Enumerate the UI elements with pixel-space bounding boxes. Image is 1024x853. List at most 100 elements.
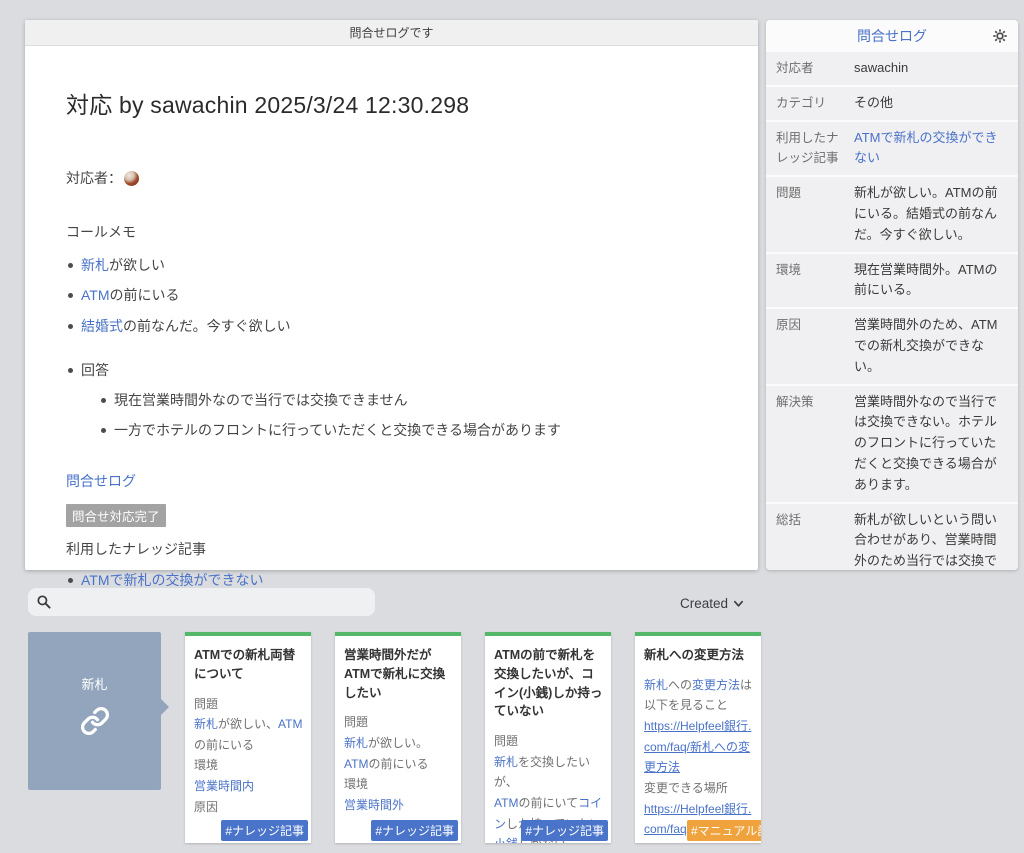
- card-body-line: 営業時間外: [344, 795, 453, 816]
- inquiry-log-link[interactable]: 問合せログ: [66, 471, 712, 491]
- text-segment: 変更できる場所: [644, 781, 728, 795]
- side-panel-row: 環境現在営業時間外。ATMの前にいる。: [766, 254, 1018, 310]
- card-body-line: 営業時間内: [194, 776, 303, 797]
- text-segment: 問題: [344, 715, 368, 729]
- memo-item: ATMの前にいる: [66, 285, 712, 305]
- row-value: 新札が欲しいという問い合わせがあり、営業時間外のため当行では交換できないと案内し…: [854, 510, 1018, 570]
- search-box[interactable]: [28, 588, 375, 616]
- link-icon: [80, 706, 110, 736]
- row-label: 解決策: [776, 392, 854, 496]
- manual-card[interactable]: 新札への変更方法 新札への変更方法は以下を見ることhttps://Helpfee…: [635, 632, 761, 843]
- side-panel-rows: 対応者sawachinカテゴリその他利用したナレッジ記事ATMで新札の交換ができ…: [766, 52, 1018, 570]
- text-segment: の前にいて: [518, 796, 578, 810]
- card-title: ATMの前で新札を交換したいが、コイン(小銭)しか持っていない: [494, 646, 603, 721]
- card-body-line: 問題: [194, 694, 303, 715]
- card-body-line: 問題: [344, 712, 453, 733]
- row-label: 利用したナレッジ記事: [776, 128, 854, 170]
- row-value: 営業時間外なので当行では交換できない。ホテルのフロントに行っていただくと交換でき…: [854, 392, 1018, 496]
- responder-avatar: [124, 171, 139, 186]
- gear-icon[interactable]: [992, 28, 1008, 44]
- search-input[interactable]: [57, 588, 375, 616]
- card-body-line: 問題: [494, 731, 603, 752]
- answer-item: 一方でホテルのフロントに行っていただくと交換できる場合があります: [99, 420, 712, 440]
- text-segment: 環境: [344, 777, 368, 791]
- inline-link[interactable]: ATM: [494, 796, 518, 810]
- text-segment: の前にいる: [368, 757, 428, 771]
- row-value: 営業時間外のため、ATMでの新札交換ができない。: [854, 315, 1018, 377]
- text-segment: 一方でホテルのフロントに行っていただくと交換できる場合があります: [114, 422, 561, 438]
- inquiry-log-card: 問合せログです 対応 by sawachin 2025/3/24 12:30.2…: [25, 20, 758, 570]
- memo-item: 結婚式の前なんだ。今すぐ欲しい: [66, 316, 712, 336]
- side-panel-row: 利用したナレッジ記事ATMで新札の交換ができない: [766, 122, 1018, 178]
- knowledge-card[interactable]: ATMでの新札両替について 問題新札が欲しい、ATM の前にいる環境営業時間内原因…: [185, 632, 311, 843]
- inline-link[interactable]: 新札: [494, 755, 518, 769]
- inline-link[interactable]: 新札: [344, 736, 368, 750]
- inline-link[interactable]: https://Helpfeel銀行.com/faq/新札への変更方法: [644, 719, 751, 774]
- card-tag-badge: #ナレッジ記事: [221, 820, 308, 841]
- inline-link[interactable]: ATM: [81, 287, 110, 303]
- card-body-line: 環境: [344, 774, 453, 795]
- inline-link[interactable]: ATM: [278, 717, 302, 731]
- answer-list: 現在営業時間外なので当行では交換できません一方でホテルのフロントに行っていただく…: [99, 390, 712, 441]
- answer-item: 現在営業時間外なので当行では交換できません: [99, 390, 712, 410]
- side-panel-title[interactable]: 問合せログ: [857, 26, 927, 46]
- row-label: 総括: [776, 510, 854, 570]
- side-panel-header: 問合せログ: [766, 20, 1018, 52]
- pinned-card-shinsatsu[interactable]: 新札: [28, 632, 161, 790]
- call-memo-label: コールメモ: [66, 222, 712, 242]
- memo-item: 新札が欲しい: [66, 255, 712, 275]
- inline-link[interactable]: ATMで新札の交換ができない: [81, 572, 264, 588]
- inline-link[interactable]: 変更方法: [692, 678, 740, 692]
- card-body-line: 新札が欲しい、ATM の前にいる: [194, 714, 303, 755]
- card-body-line: 原因: [194, 797, 303, 818]
- side-panel-row: カテゴリその他: [766, 87, 1018, 122]
- side-panel-row: 解決策営業時間外なので当行では交換できない。ホテルのフロントに行っていただくと交…: [766, 386, 1018, 504]
- card-body: 問題新札が欲しい、ATM の前にいる環境営業時間内原因: [194, 694, 303, 818]
- card-tag-badge: #ナレッジ記事: [371, 820, 458, 841]
- side-panel-row: 対応者sawachin: [766, 52, 1018, 87]
- row-value-link[interactable]: ATMで新札の交換ができない: [854, 128, 1018, 170]
- text-segment: 環境: [194, 758, 218, 772]
- answer-block: 回答 現在営業時間外なので当行では交換できません一方でホテルのフロントに行ってい…: [66, 360, 712, 441]
- knowledge-label: 利用したナレッジ記事: [66, 539, 712, 559]
- text-segment: が欲しい。: [368, 736, 428, 750]
- card-title: ATMでの新札両替について: [194, 646, 303, 684]
- text-segment: が欲しい: [109, 257, 165, 273]
- row-value: 現在営業時間外。ATMの前にいる。: [854, 260, 1018, 302]
- text-segment: 問題: [194, 697, 218, 711]
- row-value: その他: [854, 93, 1018, 114]
- text-segment: への: [668, 678, 692, 692]
- sort-dropdown[interactable]: Created: [680, 593, 744, 613]
- card-title: 営業時間外だがATMで新札に交換したい: [344, 646, 453, 702]
- row-value: sawachin: [854, 58, 1018, 79]
- responder-label: 対応者：: [66, 170, 122, 186]
- text-segment: 原因: [194, 800, 218, 814]
- inline-link[interactable]: 結婚式: [81, 318, 123, 334]
- side-panel-row: 問題新札が欲しい。ATMの前にいる。結婚式の前なんだ。今すぐ欲しい。: [766, 177, 1018, 253]
- side-panel-row: 総括新札が欲しいという問い合わせがあり、営業時間外のため当行では交換できないと案…: [766, 504, 1018, 570]
- inline-link[interactable]: 新札: [644, 678, 668, 692]
- text-segment: が欲しい、: [218, 717, 278, 731]
- inline-link[interactable]: 新札: [81, 257, 109, 273]
- card-body-line: 新札への変更方法は以下を見ること: [644, 675, 753, 716]
- knowledge-card[interactable]: ATMの前で新札を交換したいが、コイン(小銭)しか持っていない 問題新札を交換し…: [485, 632, 611, 843]
- row-value: 新札が欲しい。ATMの前にいる。結婚式の前なんだ。今すぐ欲しい。: [854, 183, 1018, 245]
- call-memo-list: 新札が欲しいATMの前にいる結婚式の前なんだ。今すぐ欲しい: [66, 255, 712, 336]
- card-body-line: ATMの前にいる: [344, 754, 453, 775]
- inline-link[interactable]: 新札: [194, 717, 218, 731]
- answer-label-row: 回答: [66, 360, 712, 380]
- inline-link[interactable]: 営業時間内: [194, 779, 254, 793]
- status-badge: 問合せ対応完了: [66, 504, 166, 527]
- text-segment: の前にいる: [194, 738, 254, 752]
- card-body-line: 変更できる場所: [644, 778, 753, 799]
- card-body: 問題新札が欲しい。ATMの前にいる環境営業時間外: [344, 712, 453, 815]
- inquiry-log-side-panel: 問合せログ 対応者sawachinカテゴリその他利用したナレッジ記事ATMで新札…: [766, 20, 1018, 570]
- row-label: 環境: [776, 260, 854, 302]
- chevron-down-icon: [733, 598, 744, 609]
- inline-link[interactable]: 小銭: [494, 837, 518, 843]
- knowledge-card[interactable]: 営業時間外だがATMで新札に交換したい 問題新札が欲しい。ATMの前にいる環境営…: [335, 632, 461, 843]
- inline-link[interactable]: 営業時間外: [344, 798, 404, 812]
- text-segment: の前にいる: [110, 287, 180, 303]
- inline-link[interactable]: ATM: [344, 757, 368, 771]
- pinned-card-label: 新札: [81, 674, 107, 693]
